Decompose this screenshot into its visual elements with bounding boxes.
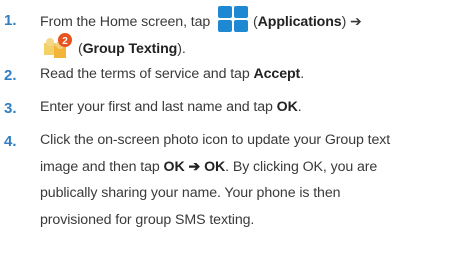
step-text: Click the on-screen photo icon to update… [40, 127, 460, 233]
step-line: Enter your first and last name and tap O… [40, 94, 460, 121]
step-number: 2. [4, 67, 17, 84]
ok-label: OK [276, 99, 298, 115]
step-line: publically sharing your name. Your phone… [40, 185, 341, 201]
text-run: Enter your first and last name and tap [40, 99, 277, 115]
applications-label: Applications [257, 14, 342, 30]
step-line: Read the terms of service and tap Accept… [40, 61, 460, 88]
text-run: . By clicking OK, you are [225, 158, 378, 175]
accept-label: Accept [253, 66, 301, 82]
step-number: 1. [4, 12, 17, 29]
text-run: . [297, 99, 302, 115]
group-texting-icon: 2 [40, 32, 74, 61]
step-text: Read the terms of service and tap Accept… [40, 61, 460, 88]
step-line: provisioned for group SMS texting. [40, 211, 255, 228]
step-line: From the Home screen, tap (Applications)… [40, 6, 460, 33]
text-run: From the Home screen, tap [40, 14, 215, 30]
step-number: 3. [4, 100, 17, 117]
step-line: 2 (Group Texting). [40, 32, 460, 61]
step-number: 4. [4, 133, 17, 150]
badge-count: 2 [62, 36, 68, 47]
ok-ok-label: OK ➔ OK [163, 158, 226, 175]
step-text: From the Home screen, tap (Applications)… [40, 6, 460, 59]
step-line: image and then tap OK ➔ OK. By clicking … [40, 154, 460, 181]
text-run: ). [177, 40, 186, 57]
text-run: ) ➔ [341, 14, 362, 30]
text-run: . [300, 66, 305, 82]
text-run: Read the terms of service and tap [40, 66, 254, 82]
group-texting-label: Group Texting [82, 40, 178, 57]
step-line: Click the on-screen photo icon to update… [40, 132, 391, 148]
text-run: image and then tap [40, 158, 164, 175]
applications-icon [218, 6, 249, 34]
step-text: Enter your first and last name and tap O… [40, 94, 460, 121]
